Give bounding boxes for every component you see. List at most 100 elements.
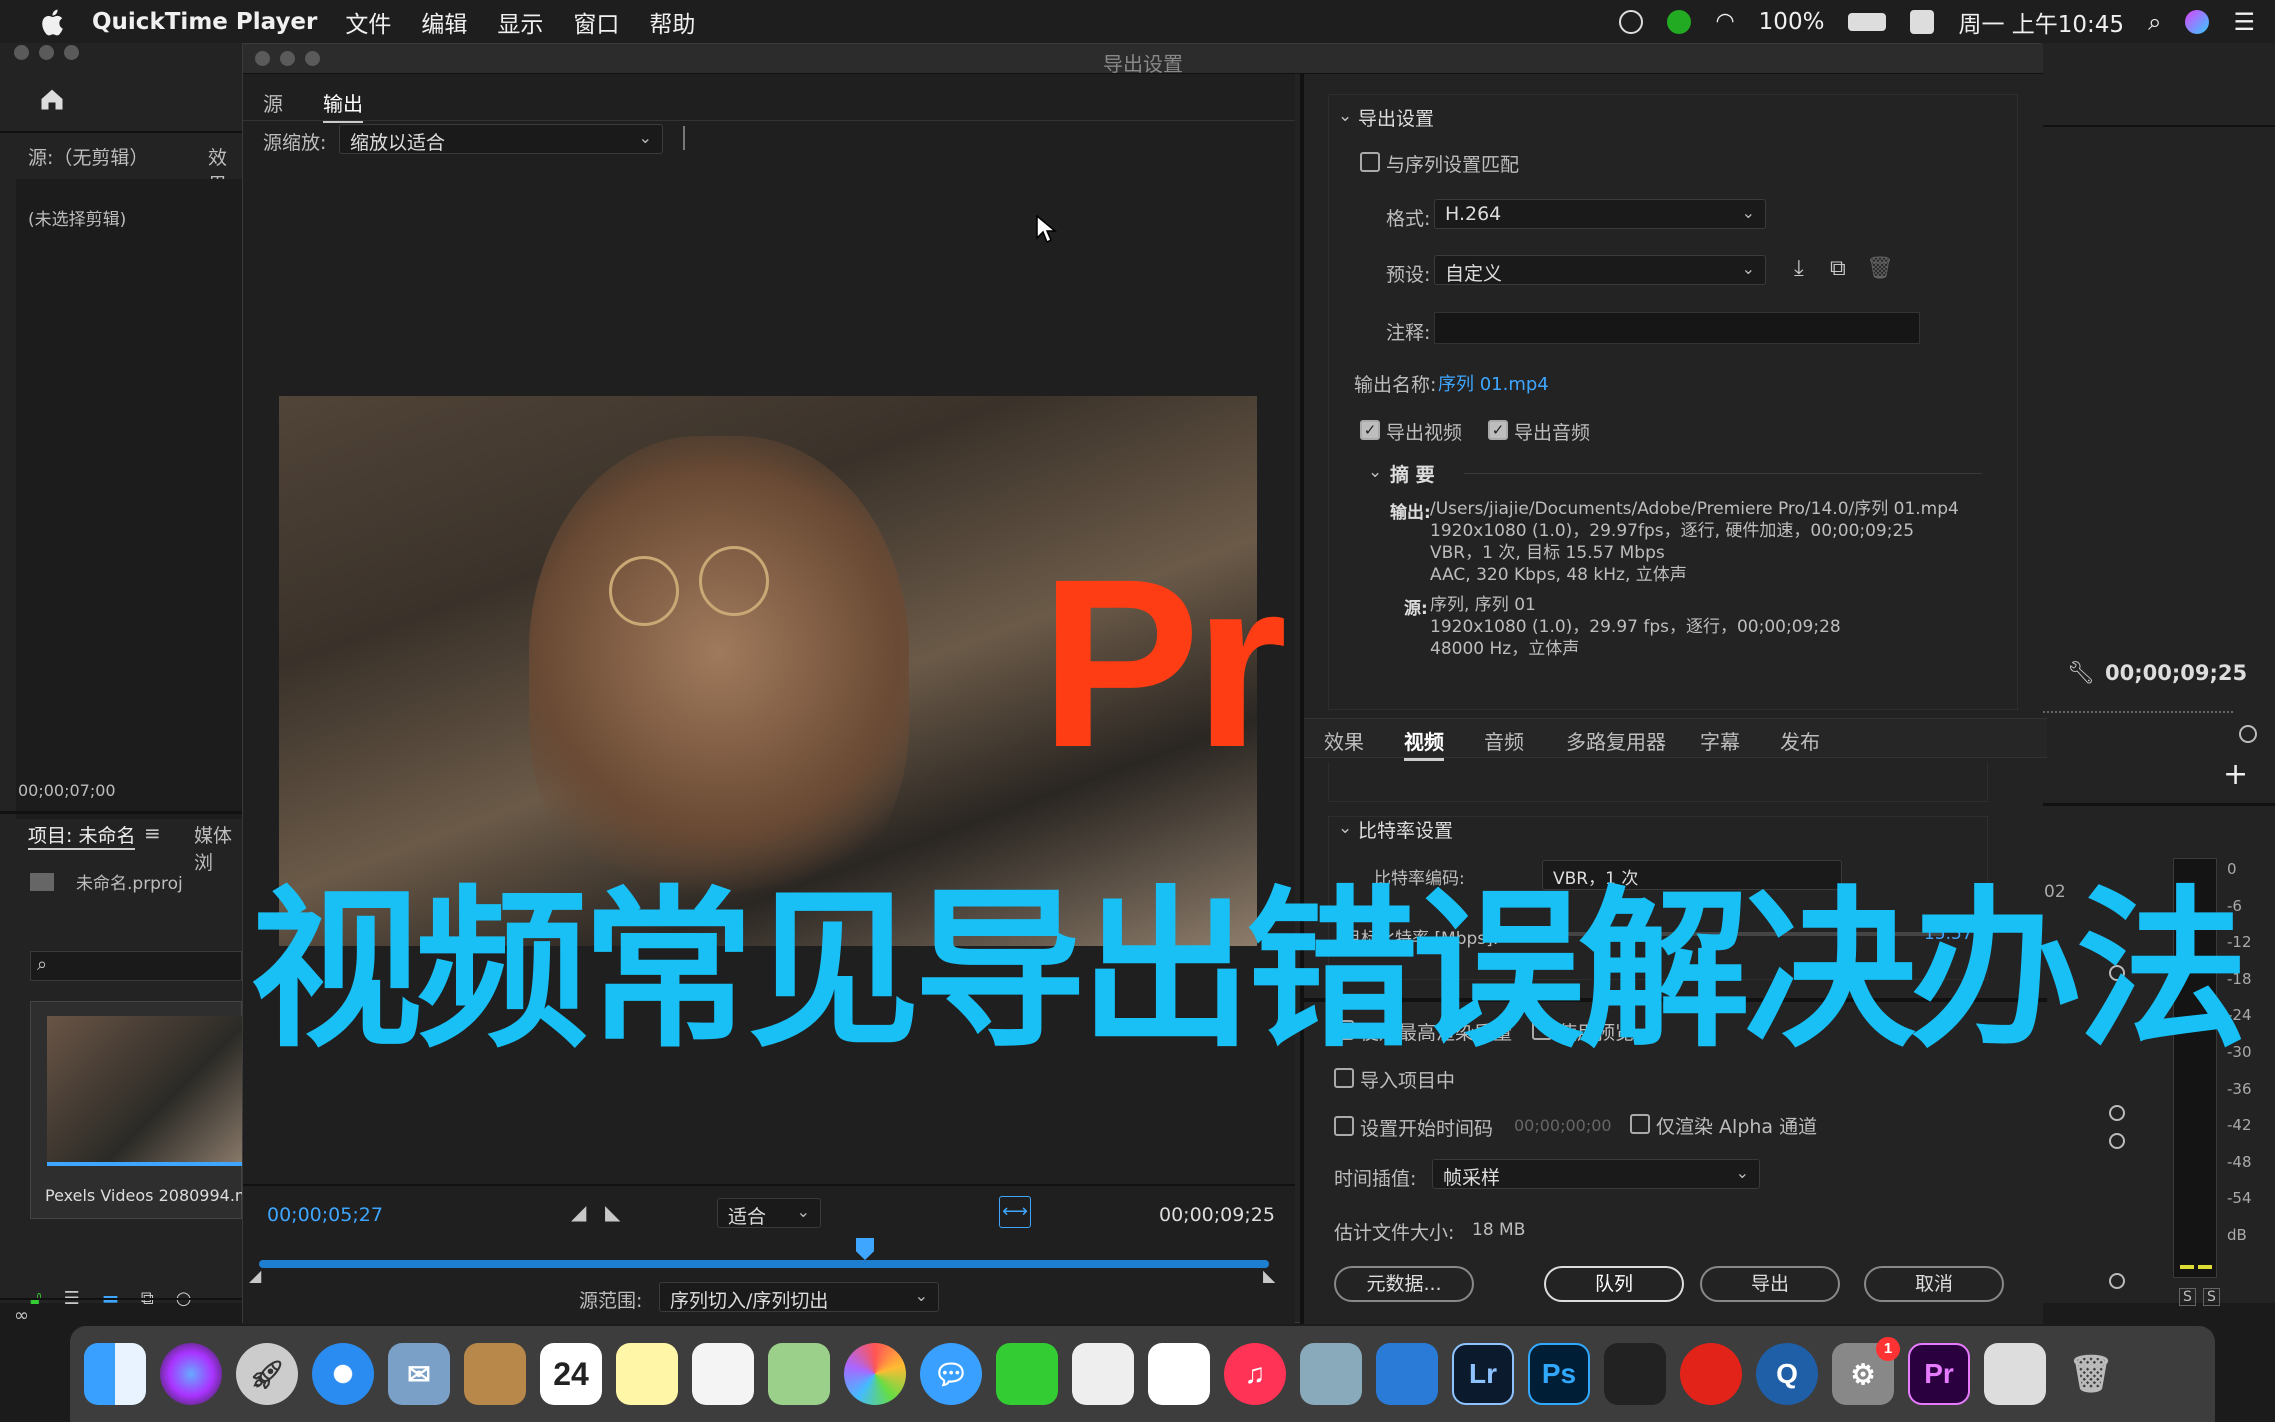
current-timecode[interactable]: 00;00;05;27	[267, 1204, 383, 1226]
project-search-input[interactable]: ⌕	[30, 951, 242, 981]
dialog-titlebar[interactable]: 导出设置	[243, 44, 2043, 76]
format-dropdown[interactable]: H.264 ⌄	[1434, 199, 1766, 229]
premiere-pro-icon[interactable]: Pr	[1908, 1343, 1970, 1405]
pages-icon[interactable]	[1072, 1343, 1134, 1405]
output-name-link[interactable]: 序列 01.mp4	[1438, 370, 1549, 396]
final-cut-pro-icon[interactable]	[1604, 1343, 1666, 1405]
export-video-checkbox[interactable]	[1360, 420, 1380, 440]
reminders-icon[interactable]	[692, 1343, 754, 1405]
summary-chevron-icon[interactable]: ⌄	[1368, 462, 1382, 482]
creative-cloud-icon[interactable]: ∞	[14, 1305, 29, 1326]
timeline-scrubber[interactable]	[259, 1238, 1269, 1268]
aspect-correction-toggle[interactable]: ⟷	[999, 1196, 1031, 1228]
add-button[interactable]: +	[2223, 757, 2248, 792]
match-sequence-checkbox[interactable]	[1360, 152, 1380, 172]
input-method-icon[interactable]	[1910, 9, 1935, 34]
lightroom-icon[interactable]: Lr	[1452, 1343, 1514, 1405]
fit-dropdown[interactable]: 适合 ⌄	[717, 1198, 821, 1228]
apple-logo-icon[interactable]	[40, 7, 68, 37]
clip-thumbnail-card[interactable]: Pexels Videos 2080994.m	[30, 1001, 251, 1219]
menu-file[interactable]: 文件	[345, 5, 391, 39]
numbers-icon[interactable]	[1148, 1343, 1210, 1405]
timeline-knob-4[interactable]	[2109, 1273, 2125, 1289]
menu-edit[interactable]: 编辑	[421, 5, 467, 39]
system-preferences-icon[interactable]: ⚙︎ 1	[1832, 1337, 1900, 1405]
source-monitor-tab[interactable]: 源:（无剪辑）	[28, 143, 148, 170]
tab-captions[interactable]: 字幕	[1700, 726, 1740, 755]
tab-effects[interactable]: 效果	[1324, 726, 1364, 755]
keynote-icon[interactable]	[1376, 1343, 1438, 1405]
tab-multiplexer[interactable]: 多路复用器	[1566, 726, 1666, 755]
timeline-knob-3[interactable]	[2109, 1133, 2125, 1149]
close-window-icon[interactable]	[14, 45, 29, 60]
program-ruler[interactable]	[2043, 697, 2233, 713]
quicktime-icon[interactable]: Q	[1756, 1343, 1818, 1405]
delete-preset-icon[interactable]: 🗑︎	[1866, 256, 1894, 281]
downloads-stack-icon[interactable]	[1984, 1343, 2046, 1405]
tab-publish[interactable]: 发布	[1780, 726, 1820, 755]
trash-icon[interactable]: 🗑︎	[2060, 1343, 2122, 1405]
music-icon[interactable]: ♫	[1224, 1343, 1286, 1405]
playhead-icon[interactable]	[856, 1238, 874, 1260]
photos-icon[interactable]	[844, 1343, 906, 1405]
calendar-icon[interactable]: 24	[540, 1343, 602, 1405]
export-audio-checkbox[interactable]	[1488, 420, 1508, 440]
project-tab[interactable]: 项目: 未命名	[28, 821, 136, 850]
out-point-handle-icon[interactable]: ◣	[1263, 1266, 1275, 1285]
minimize-window-icon[interactable]	[39, 45, 54, 60]
time-interpolation-dropdown[interactable]: 帧采样 ⌄	[1432, 1159, 1760, 1189]
netease-music-icon[interactable]	[1680, 1343, 1742, 1405]
siri-icon[interactable]	[2185, 9, 2210, 34]
cancel-button[interactable]: 取消	[1864, 1266, 2004, 1302]
set-start-timecode-checkbox[interactable]	[1334, 1116, 1354, 1136]
set-in-point-icon[interactable]: ◢	[571, 1200, 586, 1224]
menu-view[interactable]: 显示	[497, 5, 543, 39]
mail-icon[interactable]: ✉︎	[388, 1343, 450, 1405]
ruler-end-handle[interactable]	[2239, 725, 2257, 743]
tab-source[interactable]: 源	[263, 88, 283, 117]
in-point-handle-icon[interactable]: ◢	[249, 1266, 261, 1285]
menu-window[interactable]: 窗口	[573, 5, 619, 39]
solo-left-button[interactable]: S	[2179, 1288, 2196, 1306]
safari-icon[interactable]	[312, 1343, 374, 1405]
zoom-window-icon[interactable]	[64, 45, 79, 60]
launchpad-icon[interactable]: 🚀︎	[236, 1343, 298, 1405]
tab-audio[interactable]: 音频	[1484, 726, 1524, 755]
spotlight-icon[interactable]: ⌕	[2148, 8, 2161, 36]
wifi-icon[interactable]: ◠	[1715, 9, 1734, 34]
wrench-icon[interactable]: 🔧︎	[2067, 661, 2095, 686]
siri-icon[interactable]	[160, 1343, 222, 1405]
notification-center-icon[interactable]: ☰	[2233, 8, 2255, 36]
tab-video[interactable]: 视频	[1404, 726, 1444, 761]
export-button[interactable]: 导出	[1700, 1266, 1840, 1302]
maps-icon[interactable]	[768, 1343, 830, 1405]
messages-icon[interactable]: 💬︎	[920, 1343, 982, 1405]
save-preset-icon[interactable]: ⤓	[1794, 256, 1804, 281]
start-timecode-value[interactable]: 00;00;00;00	[1514, 1116, 1612, 1135]
solo-right-button[interactable]: S	[2203, 1288, 2220, 1306]
comments-input[interactable]	[1434, 312, 1920, 344]
preview-icon[interactable]	[1300, 1343, 1362, 1405]
clock[interactable]: 周一 上午10:45	[1958, 5, 2124, 39]
source-scale-dropdown[interactable]: 缩放以适合 ⌄	[339, 124, 663, 154]
home-icon[interactable]	[38, 85, 66, 113]
notes-icon[interactable]	[616, 1343, 678, 1405]
battery-icon[interactable]	[1848, 12, 1887, 31]
facetime-icon[interactable]	[996, 1343, 1058, 1405]
set-out-point-icon[interactable]: ◣	[605, 1200, 620, 1224]
metadata-button[interactable]: 元数据...	[1334, 1266, 1474, 1302]
import-preset-icon[interactable]: ⧉	[1830, 256, 1846, 281]
finder-icon[interactable]	[84, 1343, 146, 1405]
media-browser-tab[interactable]: 媒体浏	[194, 821, 242, 875]
photoshop-icon[interactable]: Ps	[1528, 1343, 1590, 1405]
queue-button[interactable]: 队列	[1544, 1266, 1684, 1302]
app-menu[interactable]: QuickTime Player	[92, 9, 317, 35]
timeline-knob-2[interactable]	[2109, 1105, 2125, 1121]
preset-dropdown[interactable]: 自定义 ⌄	[1434, 255, 1766, 285]
render-alpha-only-checkbox[interactable]	[1630, 1114, 1650, 1134]
panel-menu-icon[interactable]: ≡	[144, 821, 161, 845]
contacts-icon[interactable]	[464, 1343, 526, 1405]
menu-help[interactable]: 帮助	[649, 5, 695, 39]
tab-output[interactable]: 输出	[323, 88, 363, 123]
collapse-chevron-icon[interactable]: ⌄	[1338, 106, 1352, 126]
